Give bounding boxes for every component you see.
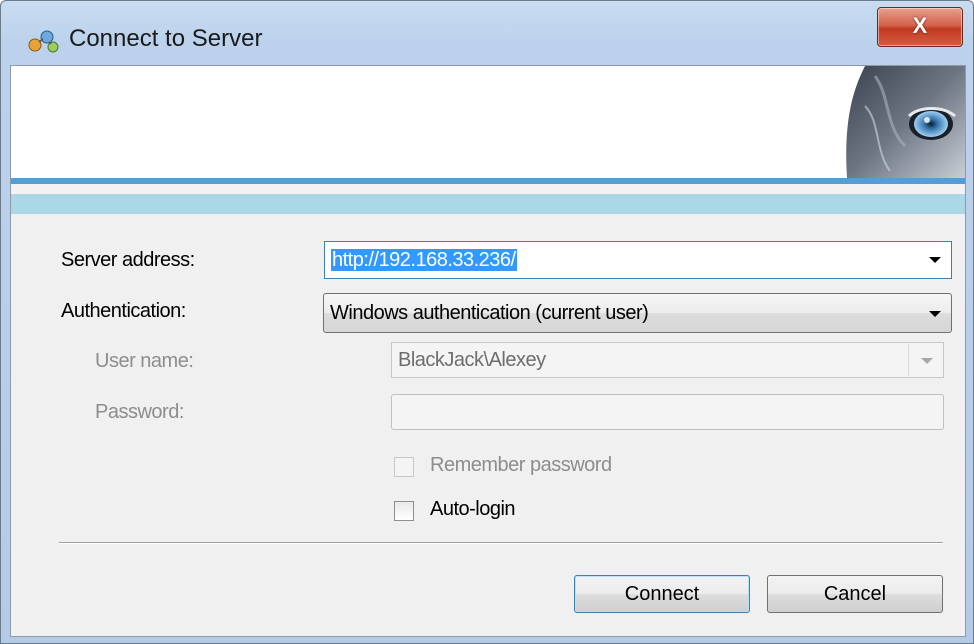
user-name-combobox[interactable]: BlackJack\Alexey — [391, 342, 944, 378]
user-name-label: User name: — [95, 350, 194, 372]
close-icon: X — [912, 13, 928, 38]
dialog-window: Connect to Server X Server address: http… — [0, 0, 974, 644]
window-title: Connect to Server — [69, 25, 263, 52]
server-address-combobox[interactable]: http://192.168.33.236/ — [324, 241, 952, 279]
wolf-eye-image — [846, 66, 965, 178]
dropdown-arrow-icon[interactable] — [917, 343, 937, 377]
server-address-label: Server address: — [61, 249, 195, 271]
remember-password-label: Remember password — [430, 454, 612, 476]
password-label: Password: — [95, 401, 184, 423]
server-address-input: http://192.168.33.236/ — [331, 243, 517, 277]
dialog-body: Server address: http://192.168.33.236/ A… — [10, 65, 966, 637]
banner-band — [11, 194, 965, 214]
banner-gap — [11, 184, 965, 194]
header-banner — [11, 66, 965, 178]
dropdown-arrow-icon[interactable] — [925, 242, 945, 276]
auto-login-checkbox[interactable] — [394, 501, 414, 521]
app-icon — [28, 30, 59, 53]
authentication-dropdown[interactable]: Windows authentication (current user) — [323, 293, 952, 333]
remember-password-checkbox[interactable] — [394, 457, 414, 477]
dropdown-arrow-icon[interactable] — [925, 296, 945, 330]
connect-button[interactable]: Connect — [574, 575, 750, 613]
authentication-label: Authentication: — [61, 300, 186, 322]
user-name-value: BlackJack\Alexey — [398, 349, 546, 371]
separator — [59, 542, 943, 544]
close-button[interactable]: X — [877, 7, 963, 47]
authentication-value: Windows authentication (current user) — [330, 302, 649, 324]
password-field[interactable] — [391, 394, 944, 430]
cancel-button[interactable]: Cancel — [767, 575, 943, 613]
title-bar[interactable]: Connect to Server X — [1, 1, 973, 73]
combo-divider — [908, 344, 909, 376]
auto-login-label: Auto-login — [430, 498, 516, 520]
server-address-value[interactable]: http://192.168.33.236/ — [331, 249, 517, 271]
